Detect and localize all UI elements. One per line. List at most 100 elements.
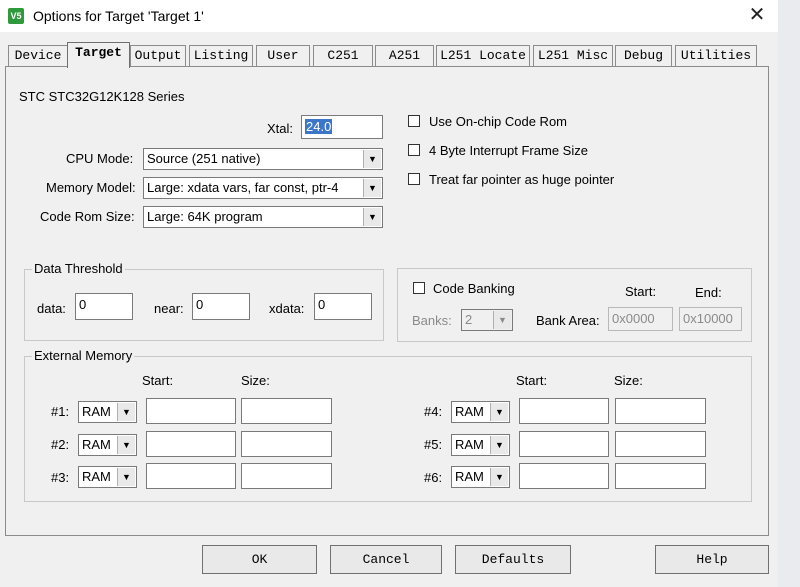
data-input[interactable]: 0	[75, 293, 133, 320]
ext-type-value: RAM	[82, 469, 111, 484]
defaults-button[interactable]: Defaults	[455, 545, 571, 574]
tab-l251-misc[interactable]: L251 Misc	[533, 45, 613, 66]
data-threshold-title: Data Threshold	[32, 261, 125, 276]
bank-end-input[interactable]: 0x10000	[679, 307, 742, 331]
ext-type-value: RAM	[82, 404, 111, 419]
tab-l251-locate[interactable]: L251 Locate	[436, 45, 530, 66]
ext-start-label-right: Start:	[516, 373, 548, 388]
four-byte-label: 4 Byte Interrupt Frame Size	[429, 143, 588, 158]
external-memory-title: External Memory	[32, 348, 135, 363]
xtal-value: 24.0	[305, 119, 333, 134]
banks-label: Banks:	[412, 313, 452, 328]
xdata-label: xdata:	[269, 301, 305, 316]
ext-size-input[interactable]	[615, 398, 706, 424]
ext-size-input[interactable]	[241, 398, 332, 424]
bank-start-input[interactable]: 0x0000	[608, 307, 673, 331]
chevron-down-icon[interactable]: ▼	[363, 150, 381, 168]
ext-type-value: RAM	[455, 469, 484, 484]
ext-start-input[interactable]	[519, 398, 609, 424]
memory-model-value: Large: xdata vars, far const, ptr-4	[147, 180, 339, 195]
chevron-down-icon[interactable]: ▼	[490, 403, 508, 421]
tab-listing[interactable]: Listing	[189, 45, 253, 66]
near-label: near:	[154, 301, 184, 316]
near-input[interactable]: 0	[192, 293, 250, 320]
window-title: Options for Target 'Target 1'	[33, 8, 204, 24]
ext-row-label: #2:	[51, 437, 70, 452]
ext-size-input[interactable]	[615, 431, 706, 457]
memory-model-label: Memory Model:	[46, 180, 136, 195]
bank-end-label: End:	[695, 285, 722, 300]
ext-row-label: #5:	[424, 437, 443, 452]
ext-row-label: #4:	[424, 404, 443, 419]
code-rom-size-select[interactable]: Large: 64K program ▼	[143, 206, 383, 228]
chevron-down-icon[interactable]: ▼	[490, 468, 508, 486]
app-icon: V5	[8, 8, 24, 24]
cancel-button[interactable]: Cancel	[330, 545, 442, 574]
chevron-down-icon[interactable]: ▼	[363, 179, 381, 197]
ext-size-label-right: Size:	[614, 373, 643, 388]
ext-type-value: RAM	[455, 404, 484, 419]
chevron-down-icon[interactable]: ▼	[493, 311, 511, 329]
banks-value: 2	[465, 312, 473, 327]
chevron-down-icon[interactable]: ▼	[490, 436, 508, 454]
tab-user[interactable]: User	[256, 45, 310, 66]
ext-type-select[interactable]: RAM ▼	[451, 401, 510, 423]
chevron-down-icon[interactable]: ▼	[117, 403, 135, 421]
memory-model-select[interactable]: Large: xdata vars, far const, ptr-4 ▼	[143, 177, 383, 199]
ext-start-input[interactable]	[146, 431, 236, 457]
device-series-label: STC STC32G12K128 Series	[19, 89, 185, 104]
ext-start-input[interactable]	[146, 398, 236, 424]
treat-far-checkbox[interactable]	[408, 173, 420, 185]
code-rom-size-label: Code Rom Size:	[40, 209, 135, 224]
help-button[interactable]: Help	[655, 545, 769, 574]
ext-type-select[interactable]: RAM ▼	[78, 466, 137, 488]
four-byte-checkbox[interactable]	[408, 144, 420, 156]
chevron-down-icon[interactable]: ▼	[117, 436, 135, 454]
ext-size-input[interactable]	[615, 463, 706, 489]
cpu-mode-select[interactable]: Source (251 native) ▼	[143, 148, 383, 170]
tab-target[interactable]: Target	[67, 42, 130, 68]
bank-area-label: Bank Area:	[536, 313, 600, 328]
ext-size-input[interactable]	[241, 463, 332, 489]
ext-row-label: #1:	[51, 404, 70, 419]
banks-select[interactable]: 2 ▼	[461, 309, 513, 331]
ext-start-input[interactable]	[519, 431, 609, 457]
use-onchip-label: Use On-chip Code Rom	[429, 114, 567, 129]
cpu-mode-label: CPU Mode:	[66, 151, 134, 166]
ext-type-select[interactable]: RAM ▼	[451, 434, 510, 456]
xtal-input[interactable]: 24.0	[301, 115, 383, 139]
ext-start-label-left: Start:	[142, 373, 174, 388]
code-banking-checkbox[interactable]	[413, 282, 425, 294]
code-banking-label: Code Banking	[433, 281, 515, 296]
xtal-label: Xtal:	[267, 121, 294, 136]
data-label: data:	[37, 301, 66, 316]
ext-size-label-left: Size:	[241, 373, 270, 388]
ext-type-select[interactable]: RAM ▼	[78, 434, 137, 456]
xdata-input[interactable]: 0	[314, 293, 372, 320]
cpu-mode-value: Source (251 native)	[147, 151, 261, 166]
ext-size-input[interactable]	[241, 431, 332, 457]
tab-a251[interactable]: A251	[375, 45, 434, 66]
tab-debug[interactable]: Debug	[615, 45, 672, 66]
bank-start-label: Start:	[625, 284, 657, 299]
ext-type-select[interactable]: RAM ▼	[78, 401, 137, 423]
code-rom-size-value: Large: 64K program	[147, 209, 263, 224]
tab-c251[interactable]: C251	[313, 45, 373, 66]
background-strip	[778, 0, 800, 587]
ext-start-input[interactable]	[519, 463, 609, 489]
tab-utilities[interactable]: Utilities	[675, 45, 757, 66]
chevron-down-icon[interactable]: ▼	[363, 208, 381, 226]
chevron-down-icon[interactable]: ▼	[117, 468, 135, 486]
ext-type-value: RAM	[455, 437, 484, 452]
ext-type-value: RAM	[82, 437, 111, 452]
tab-device[interactable]: Device	[8, 45, 68, 66]
ext-start-input[interactable]	[146, 463, 236, 489]
ok-button[interactable]: OK	[202, 545, 317, 574]
tab-panel-target: STC STC32G12K128 Series Xtal: 24.0 CPU M…	[5, 66, 769, 536]
ext-row-label: #3:	[51, 470, 70, 485]
tab-output[interactable]: Output	[130, 45, 186, 66]
ext-row-label: #6:	[424, 470, 443, 485]
use-onchip-checkbox[interactable]	[408, 115, 420, 127]
close-icon[interactable]: ✕	[745, 3, 769, 27]
ext-type-select[interactable]: RAM ▼	[451, 466, 510, 488]
